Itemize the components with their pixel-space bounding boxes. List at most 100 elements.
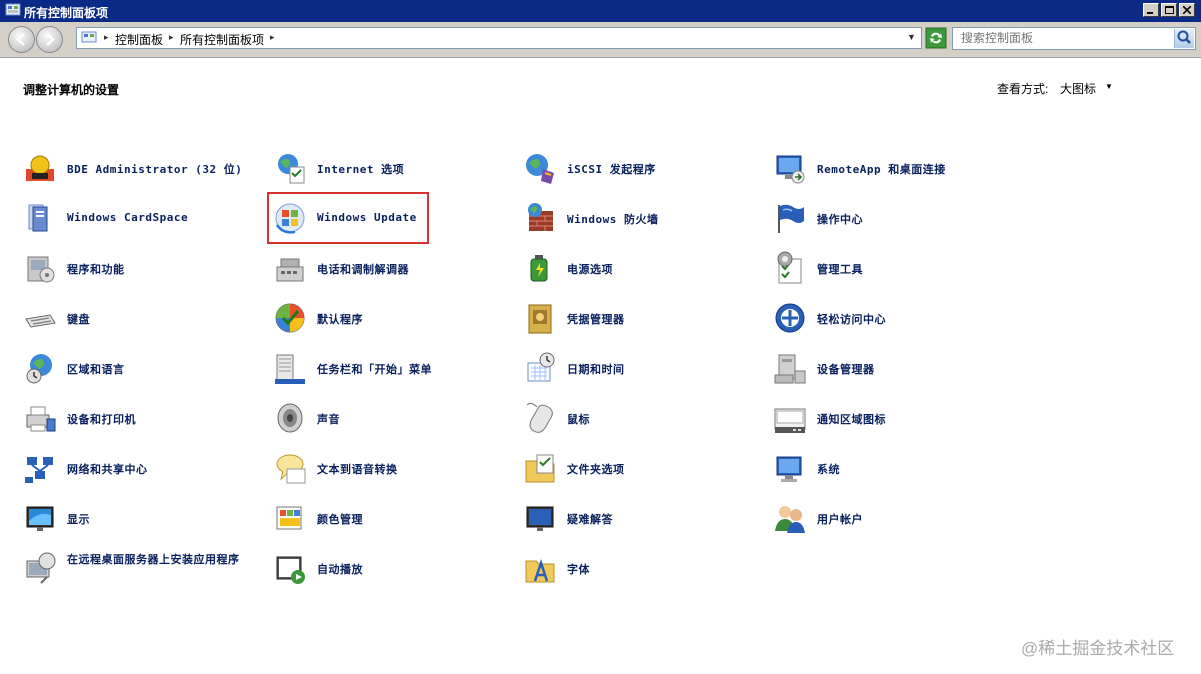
- troubleshooting-icon: [526, 506, 554, 531]
- control-panel-item[interactable]: 系统: [773, 451, 1013, 487]
- view-by-dropdown[interactable]: 大图标: [1060, 80, 1096, 97]
- phone-modem-icon: [276, 258, 304, 282]
- control-panel-item-label: 凭据管理器: [567, 313, 625, 326]
- date-time-icon: [527, 352, 555, 382]
- control-panel-item[interactable]: 鼠标: [523, 401, 763, 437]
- forward-arrow-icon: [46, 33, 55, 46]
- control-panel-item-label: 文本到语音转换: [317, 463, 398, 476]
- refresh-icon[interactable]: [925, 27, 947, 49]
- control-panel-item-label: 鼠标: [567, 413, 590, 426]
- control-panel-item-label: 日期和时间: [567, 363, 625, 376]
- control-panel-item-label: 轻松访问中心: [817, 313, 886, 326]
- cardspace-icon: [28, 204, 48, 232]
- control-panel-item-label: 网络和共享中心: [67, 463, 148, 476]
- control-panel-item[interactable]: 电源选项: [523, 251, 763, 287]
- control-panel-item-label: 操作中心: [817, 213, 863, 226]
- control-panel-item[interactable]: 默认程序: [273, 301, 513, 337]
- action-center-flag-icon: [778, 204, 804, 233]
- control-panel-item[interactable]: 凭据管理器: [523, 301, 763, 337]
- address-field[interactable]: ▸ 控制面板 ▸ 所有控制面板项 ▸ ▼: [76, 27, 922, 49]
- color-management-icon: [276, 506, 302, 530]
- control-panel-item[interactable]: 在远程桌面服务器上安装应用程序: [23, 551, 263, 587]
- control-panel-item[interactable]: 程序和功能: [23, 251, 263, 287]
- back-arrow-icon: [16, 33, 25, 46]
- control-panel-item[interactable]: RemoteApp 和桌面连接: [773, 151, 1013, 187]
- control-panel-item-label: 文件夹选项: [567, 463, 625, 476]
- control-panel-item-label: 设备管理器: [817, 363, 875, 376]
- view-by-label: 查看方式:: [997, 82, 1049, 96]
- control-panel-item[interactable]: 操作中心: [773, 201, 1013, 237]
- text-to-speech-icon: [276, 454, 306, 484]
- breadcrumb-all-items[interactable]: 所有控制面板项: [180, 31, 264, 48]
- back-button[interactable]: [8, 26, 35, 53]
- control-panel-item[interactable]: BDE Administrator (32 位): [23, 151, 263, 187]
- control-panel-item[interactable]: 声音: [273, 401, 513, 437]
- control-panel-item[interactable]: 管理工具: [773, 251, 1013, 287]
- crumb-separator-icon[interactable]: ▸: [169, 32, 174, 43]
- minimize-button[interactable]: [1143, 3, 1159, 17]
- control-panel-item-label: 字体: [567, 563, 590, 576]
- control-panel-item-label: 在远程桌面服务器上安装应用程序: [67, 553, 240, 566]
- watermark: @稀土掘金技术社区: [1021, 639, 1175, 658]
- address-dropdown-icon[interactable]: ▼: [907, 32, 916, 42]
- control-panel-item[interactable]: iSCSI 发起程序: [523, 151, 763, 187]
- search-input[interactable]: [955, 29, 1181, 47]
- control-panel-item[interactable]: 任务栏和「开始」菜单: [273, 351, 513, 387]
- control-panel-item[interactable]: 日期和时间: [523, 351, 763, 387]
- control-panel-item[interactable]: 自动播放: [273, 551, 513, 587]
- autoplay-icon: [276, 556, 305, 584]
- control-panel-item[interactable]: 文本到语音转换: [273, 451, 513, 487]
- folder-options-icon: [525, 454, 555, 483]
- control-panel-item[interactable]: Windows CardSpace: [23, 201, 263, 237]
- control-panel-item[interactable]: 用户帐户: [773, 501, 1013, 537]
- crumb-separator-icon[interactable]: ▸: [270, 32, 275, 43]
- region-language-icon: [26, 354, 52, 384]
- internet-options-icon: [278, 154, 305, 184]
- control-panel-item-label: 区域和语言: [67, 363, 125, 376]
- search-button[interactable]: [1174, 29, 1194, 48]
- network-sharing-icon: [25, 457, 53, 483]
- bde-admin-icon: [26, 155, 54, 181]
- default-programs-icon: [275, 303, 305, 333]
- maximize-button[interactable]: [1161, 3, 1177, 17]
- search-box: [952, 27, 1196, 50]
- window-title: 所有控制面板项: [24, 6, 109, 20]
- search-icon: [1177, 30, 1191, 44]
- ease-of-access-icon: [775, 303, 805, 333]
- crumb-separator-icon[interactable]: ▸: [104, 32, 109, 43]
- control-panel-icon: [5, 3, 21, 16]
- control-panel-item[interactable]: 疑难解答: [523, 501, 763, 537]
- close-button[interactable]: [1179, 3, 1195, 17]
- control-panel-item[interactable]: 通知区域图标: [773, 401, 1013, 437]
- power-options-icon: [530, 255, 548, 282]
- rd-install-app-icon: [26, 552, 56, 584]
- control-panel-item-label: 程序和功能: [67, 263, 125, 276]
- control-panel-item-label: iSCSI 发起程序: [567, 163, 656, 176]
- breadcrumb-control-panel[interactable]: 控制面板: [115, 31, 163, 48]
- view-by-dropdown-icon[interactable]: ▼: [1105, 82, 1113, 91]
- control-panel-item[interactable]: 设备和打印机: [23, 401, 263, 437]
- control-panel-item[interactable]: 文件夹选项: [523, 451, 763, 487]
- control-panel-item[interactable]: 区域和语言: [23, 351, 263, 387]
- minimize-icon: [1147, 12, 1153, 14]
- control-panel-item[interactable]: Windows 防火墙: [523, 201, 763, 237]
- control-panel-item[interactable]: 网络和共享中心: [23, 451, 263, 487]
- keyboard-icon: [25, 314, 56, 328]
- control-panel-item-label: 颜色管理: [317, 513, 363, 526]
- control-panel-item-label: 用户帐户: [817, 513, 863, 526]
- control-panel-item[interactable]: Internet 选项: [273, 151, 513, 187]
- control-panel-item[interactable]: 电话和调制解调器: [273, 251, 513, 287]
- control-panel-item[interactable]: 显示: [23, 501, 263, 537]
- control-panel-item[interactable]: 轻松访问中心: [773, 301, 1013, 337]
- forward-button[interactable]: [36, 26, 63, 53]
- credential-manager-icon: [528, 304, 552, 334]
- control-panel-item-label: 声音: [317, 413, 340, 426]
- mouse-icon: [526, 402, 553, 433]
- iscsi-initiator-icon: [526, 154, 554, 184]
- address-toolbar: ▸ 控制面板 ▸ 所有控制面板项 ▸ ▼: [0, 22, 1201, 58]
- control-panel-item-label: BDE Administrator (32 位): [67, 163, 243, 176]
- control-panel-item[interactable]: 设备管理器: [773, 351, 1013, 387]
- control-panel-item[interactable]: 键盘: [23, 301, 263, 337]
- control-panel-item[interactable]: 字体: [523, 551, 763, 587]
- control-panel-item[interactable]: 颜色管理: [273, 501, 513, 537]
